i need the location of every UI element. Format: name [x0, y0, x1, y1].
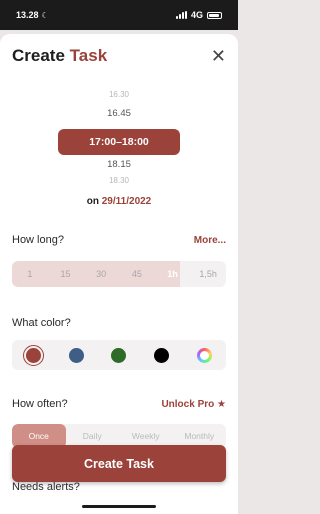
picker-item[interactable]: 18.30 — [0, 176, 238, 185]
needs-alerts-label: Needs alerts? — [12, 481, 80, 493]
how-long-label: How long? — [12, 234, 64, 246]
what-color-label: What color? — [12, 317, 71, 329]
page-title: Create Task — [12, 46, 108, 65]
unlock-pro-link[interactable]: Unlock Pro ★ — [161, 399, 226, 410]
home-indicator — [82, 505, 156, 508]
picker-selected-item[interactable]: 17:00–18:00 — [58, 129, 180, 155]
sheet-header: Create Task ✕ — [0, 34, 238, 78]
date-line[interactable]: on 29/11/2022 — [0, 196, 238, 207]
duration-option[interactable]: 30 — [83, 261, 119, 287]
duration-option[interactable]: 15 — [48, 261, 84, 287]
battery-icon — [207, 11, 222, 19]
color-picker-icon[interactable] — [197, 347, 213, 363]
color-swatch-green[interactable] — [111, 347, 127, 363]
duration-option[interactable]: 1 — [12, 261, 48, 287]
more-link[interactable]: More... — [194, 235, 226, 246]
close-icon[interactable]: ✕ — [211, 46, 226, 67]
picker-item[interactable]: 18.15 — [0, 159, 238, 170]
how-often-label: How often? — [12, 398, 68, 410]
duration-option-selected[interactable]: 1h — [155, 261, 191, 287]
picker-item[interactable]: 16.30 — [0, 90, 238, 99]
duration-selector[interactable]: 1 15 30 45 1h 1,5h — [12, 261, 226, 287]
moon-icon: ☾ — [41, 10, 49, 20]
network-type: 4G — [190, 10, 203, 20]
duration-option[interactable]: 1,5h — [190, 261, 226, 287]
time-picker[interactable]: 16.30 16.45 17:00–18:00 18.15 18.30 — [0, 78, 238, 188]
color-swatch-black[interactable] — [154, 347, 170, 363]
color-selector[interactable] — [12, 340, 226, 370]
create-task-button[interactable]: Create Task — [12, 445, 226, 482]
picker-item[interactable]: 16.45 — [0, 108, 238, 119]
duration-option[interactable]: 45 — [119, 261, 155, 287]
star-icon: ★ — [217, 399, 226, 410]
signal-icon — [175, 11, 187, 19]
status-time: 13.28 — [16, 10, 39, 20]
create-task-sheet: Create Task ✕ 16.30 16.45 17:00–18:00 18… — [0, 34, 238, 514]
color-swatch-red[interactable] — [22, 344, 44, 366]
color-swatch-blue[interactable] — [68, 347, 84, 363]
status-bar: 13.28 ☾ 4G — [0, 0, 238, 30]
date-value[interactable]: 29/11/2022 — [102, 196, 152, 207]
